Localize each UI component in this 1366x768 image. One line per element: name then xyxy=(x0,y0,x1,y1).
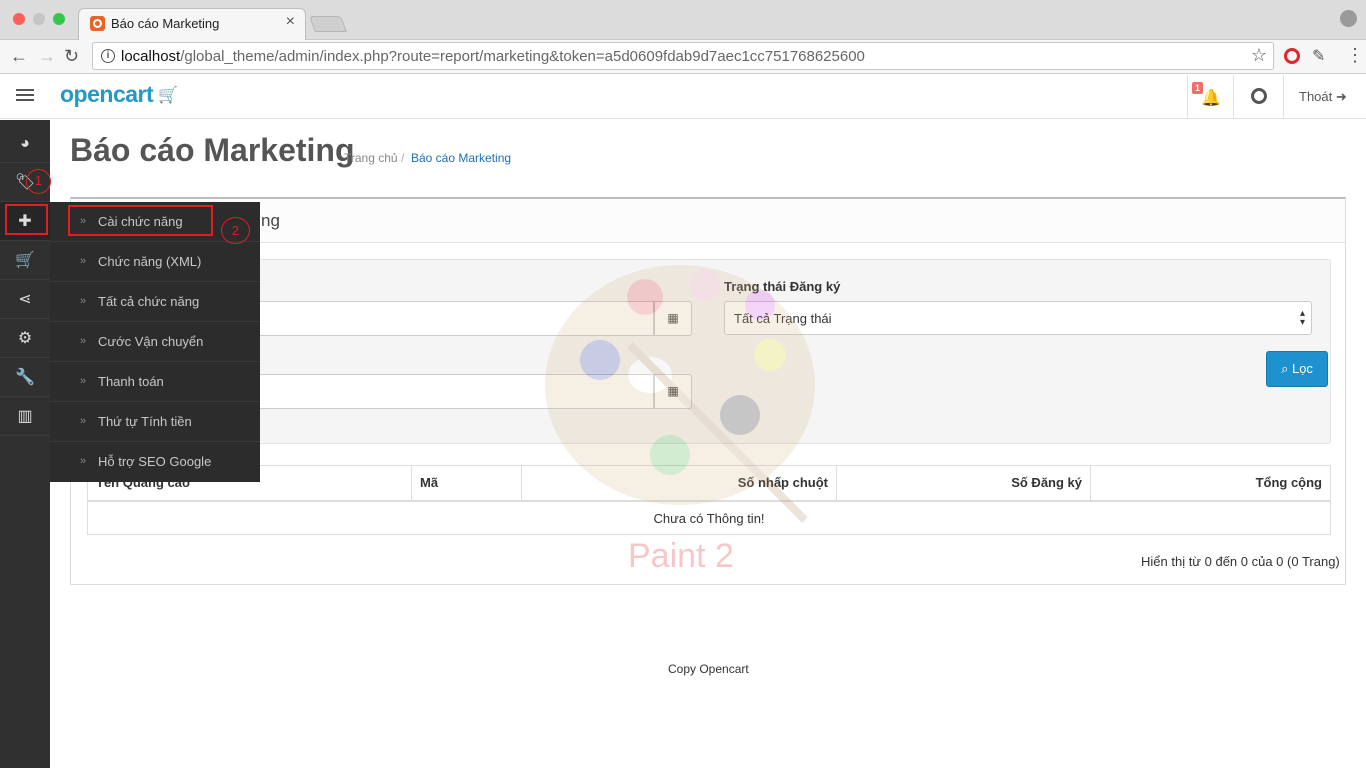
forward-icon[interactable]: → xyxy=(38,44,56,68)
opera-icon[interactable] xyxy=(1284,48,1300,64)
dashboard-icon[interactable]: ◕ xyxy=(0,124,50,163)
address-bar[interactable]: i localhost/global_theme/admin/index.php… xyxy=(92,42,1274,70)
filter-button[interactable]: ⌕ Lọc xyxy=(1266,351,1328,387)
minimize-window-button[interactable] xyxy=(33,13,45,25)
logout-link[interactable]: Thoát ➜ xyxy=(1299,89,1347,105)
breadcrumb-separator: / xyxy=(401,151,405,165)
browser-titlebar: Báo cáo Marketing × xyxy=(0,0,1366,40)
bell-icon[interactable]: 🔔 xyxy=(1201,88,1221,108)
chevron-right-icon: » xyxy=(80,295,87,307)
admin-header: opencart 🛒 1 🔔 Thoát ➜ xyxy=(0,75,1366,119)
flyout-item-order-totals[interactable]: » Thứ tự Tính tiền xyxy=(50,402,260,442)
bookmark-star-icon[interactable]: ☆ xyxy=(1251,45,1267,66)
footer-text: Copy Opencart xyxy=(668,662,749,676)
browser-menu-icon[interactable]: ⋮ xyxy=(1346,45,1364,66)
flyout-item-modifications[interactable]: » Chức năng (XML) xyxy=(50,242,260,282)
watermark-text: Paint 2 xyxy=(628,537,734,575)
tab-title: Báo cáo Marketing xyxy=(111,16,220,31)
panel-heading: ng xyxy=(71,199,1345,243)
chevron-right-icon: » xyxy=(80,455,87,467)
opencart-logo[interactable]: opencart xyxy=(60,81,154,108)
col-signups: Số Đăng ký xyxy=(837,466,1091,500)
eyedropper-icon[interactable]: ✎ xyxy=(1312,46,1325,66)
close-tab-icon[interactable]: × xyxy=(286,13,295,31)
chevron-right-icon: » xyxy=(80,255,87,267)
cog-icon[interactable]: ⚙ xyxy=(0,319,50,358)
col-total: Tổng cộng xyxy=(1255,475,1322,490)
chevron-right-icon: » xyxy=(80,375,87,387)
breadcrumb-home[interactable]: Trang chủ xyxy=(344,151,398,165)
url-text: localhost/global_theme/admin/index.php?r… xyxy=(121,48,865,65)
browser-toolbar: ← → ↻ i localhost/global_theme/admin/ind… xyxy=(0,40,1366,74)
cart-icon[interactable]: 🛒 xyxy=(0,241,50,280)
annotation-box-sidebar xyxy=(5,204,48,235)
extensions-flyout-menu: » Cài chức năng » Chức năng (XML) » Tất cả … xyxy=(50,202,260,482)
select-arrows-icon: ▴ ▾ xyxy=(1299,308,1305,328)
pagination-text: Hiển thị từ 0 đến 0 của 0 (0 Trang) xyxy=(1141,554,1340,569)
page-title: Báo cáo Marketing xyxy=(70,132,355,168)
bar-chart-icon[interactable]: ▥ xyxy=(0,397,50,436)
header-divider xyxy=(1233,75,1234,119)
menu-toggle-icon[interactable] xyxy=(16,89,34,103)
col-code: Mã xyxy=(412,466,522,500)
flyout-item-google-seo[interactable]: » Hỗ trợ SEO Google xyxy=(50,442,260,482)
browser-tab[interactable]: Báo cáo Marketing × xyxy=(78,8,306,40)
flyout-item-extensions[interactable]: » Tất cả chức năng xyxy=(50,282,260,322)
info-icon[interactable]: i xyxy=(101,49,115,63)
reload-icon[interactable]: ↻ xyxy=(64,44,79,68)
chevron-right-icon: » xyxy=(80,415,87,427)
chevron-right-icon: » xyxy=(80,335,87,347)
logo-cart-icon: 🛒 xyxy=(158,87,178,104)
close-window-button[interactable] xyxy=(13,13,25,25)
search-icon: ⌕ xyxy=(1281,361,1289,376)
profile-icon[interactable] xyxy=(1340,10,1357,27)
paint-palette-watermark xyxy=(545,265,815,523)
panel-heading-text: ng xyxy=(261,211,280,230)
share-icon[interactable]: ⋖ xyxy=(0,280,50,319)
maximize-window-button[interactable] xyxy=(53,13,65,25)
breadcrumb-current[interactable]: Báo cáo Marketing xyxy=(411,151,511,165)
annotation-box-menu-item xyxy=(68,205,213,236)
wrench-icon[interactable]: 🔧 xyxy=(0,358,50,397)
new-tab-button[interactable] xyxy=(309,16,347,32)
header-divider xyxy=(1187,75,1188,119)
flyout-item-payment[interactable]: » Thanh toán xyxy=(50,362,260,402)
favicon-icon xyxy=(90,16,105,31)
help-lifebuoy-icon[interactable] xyxy=(1251,88,1267,104)
header-divider xyxy=(1283,75,1284,119)
annotation-marker-2: 2 xyxy=(221,217,250,244)
flyout-item-shipping[interactable]: » Cước Vận chuyển xyxy=(50,322,260,362)
back-icon[interactable]: ← xyxy=(10,44,28,68)
sign-out-icon: ➜ xyxy=(1335,89,1347,104)
annotation-marker-1: 1 xyxy=(26,169,51,194)
